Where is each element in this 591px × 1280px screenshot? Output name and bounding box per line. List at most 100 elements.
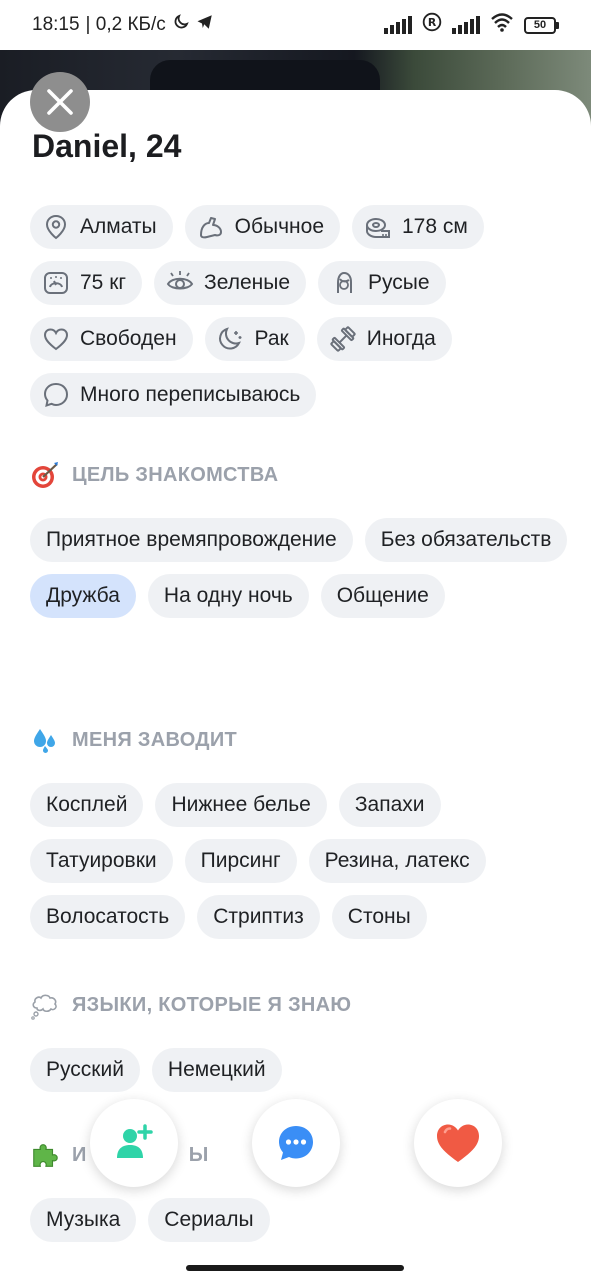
- tag-label: Волосатость: [46, 905, 170, 928]
- attribute-label: 75 кг: [80, 271, 127, 294]
- turn-on-tag: Нижнее белье: [155, 783, 327, 827]
- puzzle-piece-icon: [30, 1140, 60, 1170]
- section-title-text: МЕНЯ ЗАВОДИТ: [72, 728, 238, 751]
- tag-label: Пирсинг: [200, 849, 281, 872]
- wifi-icon: [490, 12, 514, 38]
- attribute-body-type: Обычное: [184, 205, 340, 249]
- section-title-text: И: [72, 1143, 87, 1166]
- language-tag: Русский: [30, 1048, 140, 1092]
- turn-on-tag: Стоны: [331, 895, 427, 939]
- tag-label: Дружба: [46, 584, 120, 607]
- eye-icon: [166, 271, 194, 290]
- heart-outline-icon: [43, 328, 69, 351]
- dumbbell-icon: [330, 326, 356, 352]
- attribute-label: Рак: [254, 327, 289, 350]
- tag-label: Сериалы: [164, 1208, 254, 1231]
- add-friend-icon: [117, 1124, 153, 1158]
- goal-tag: На одну ночь: [147, 574, 309, 618]
- tag-label: Музыка: [46, 1208, 121, 1231]
- turn-on-tag: Татуировки: [30, 839, 173, 883]
- tag-label: Общение: [336, 584, 429, 607]
- attribute-label: Русые: [368, 271, 430, 294]
- tag-label: Русский: [46, 1058, 124, 1081]
- sweat-drops-icon: [30, 725, 60, 755]
- section-title-text: ЯЗЫКИ, КОТОРЫЕ Я ЗНАЮ: [72, 993, 352, 1016]
- turn-on-tags: Косплей Нижнее белье Запахи Татуировки П…: [30, 783, 570, 939]
- attribute-city: Алматы: [30, 205, 173, 249]
- turn-on-tag: Резина, латекс: [308, 839, 486, 883]
- tag-label: Косплей: [46, 793, 128, 816]
- section-title-text: ЦЕЛЬ ЗНАКОМСТВА: [72, 463, 279, 486]
- goal-section-title: ЦЕЛЬ ЗНАКОМСТВА: [30, 460, 278, 490]
- attribute-label: Зеленые: [204, 271, 291, 294]
- location-pin-icon: [45, 214, 67, 240]
- heart-icon: [437, 1124, 479, 1162]
- like-button[interactable]: [414, 1099, 502, 1187]
- close-icon: [47, 89, 73, 115]
- attribute-height: 178 см: [352, 205, 484, 249]
- turn-on-tag: Запахи: [338, 783, 441, 827]
- turn-on-tag: Косплей: [30, 783, 144, 827]
- attribute-texting: Много переписываюсь: [30, 373, 317, 417]
- tag-label: На одну ночь: [163, 584, 293, 607]
- tag-label: Татуировки: [46, 849, 157, 872]
- battery-icon: 50: [524, 16, 559, 34]
- goal-tags: Приятное времяпровождение Без обязательс…: [30, 518, 570, 618]
- languages-section-title: ЯЗЫКИ, КОТОРЫЕ Я ЗНАЮ: [30, 990, 351, 1020]
- attribute-label: Обычное: [234, 215, 324, 238]
- hair-icon: [337, 271, 353, 293]
- language-tags: Русский Немецкий: [30, 1048, 570, 1092]
- goal-tag-active: Дружба: [30, 574, 136, 618]
- attribute-relationship: Свободен: [30, 317, 193, 361]
- svg-text:R: R: [428, 16, 437, 29]
- attribute-label: Алматы: [80, 215, 157, 238]
- interest-tags: Музыка Сериалы: [30, 1198, 570, 1242]
- goal-tag: Приятное времяпровождение: [30, 518, 353, 562]
- body-type-icon: [199, 217, 222, 239]
- profile-name: Daniel, 24: [32, 128, 182, 164]
- dart-target-icon: [30, 460, 60, 490]
- moon-icon: [172, 13, 190, 37]
- add-friend-button[interactable]: [90, 1099, 178, 1187]
- tag-label: Без обязательств: [380, 528, 552, 551]
- turn-on-tag: Волосатость: [30, 895, 186, 939]
- tag-label: Немецкий: [167, 1058, 266, 1081]
- zodiac-moon-icon: [218, 327, 242, 350]
- tag-label: Нижнее белье: [171, 793, 311, 816]
- thought-balloon-icon: [30, 990, 60, 1020]
- registered-icon: R: [422, 12, 442, 38]
- tag-label: Резина, латекс: [324, 849, 470, 872]
- interest-tag: Сериалы: [148, 1198, 270, 1242]
- scale-icon: [44, 272, 68, 294]
- home-indicator[interactable]: [186, 1265, 404, 1271]
- battery-level: 50: [524, 16, 556, 34]
- tag-label: Приятное времяпровождение: [46, 528, 337, 551]
- tape-measure-icon: [366, 218, 390, 238]
- status-network-speed: | 0,2 КБ/с: [85, 14, 166, 35]
- turn-on-section-title: МЕНЯ ЗАВОДИТ: [30, 725, 237, 755]
- turn-on-tag: Стриптиз: [197, 895, 320, 939]
- cell-signal-icon: [384, 16, 412, 34]
- attribute-label: Иногда: [366, 327, 436, 350]
- attribute-label: Свободен: [80, 327, 177, 350]
- attributes-list: Алматы Обычное 178 см 75 кг Зеленые Русы…: [30, 205, 570, 417]
- tag-label: Стоны: [347, 905, 411, 928]
- tag-label: Стриптиз: [213, 905, 304, 928]
- interest-tag: Музыка: [30, 1198, 137, 1242]
- message-button[interactable]: [252, 1099, 340, 1187]
- tag-label: Запахи: [354, 793, 425, 816]
- close-button[interactable]: [30, 72, 90, 132]
- goal-tag: Без обязательств: [364, 518, 568, 562]
- attribute-label: 178 см: [402, 215, 468, 238]
- status-bar: 18:15 | 0,2 КБ/с R 50: [0, 0, 591, 50]
- chat-bubble-icon: [43, 382, 69, 408]
- attribute-weight: 75 кг: [30, 261, 143, 305]
- turn-on-tag: Пирсинг: [184, 839, 297, 883]
- attribute-hair: Русые: [318, 261, 446, 305]
- cell-signal-icon-2: [452, 16, 480, 34]
- status-left: 18:15 | 0,2 КБ/с: [32, 13, 214, 37]
- attribute-sport: Иногда: [316, 317, 452, 361]
- goal-tag: Общение: [320, 574, 445, 618]
- status-right: R 50: [384, 12, 559, 38]
- attribute-zodiac: Рак: [204, 317, 305, 361]
